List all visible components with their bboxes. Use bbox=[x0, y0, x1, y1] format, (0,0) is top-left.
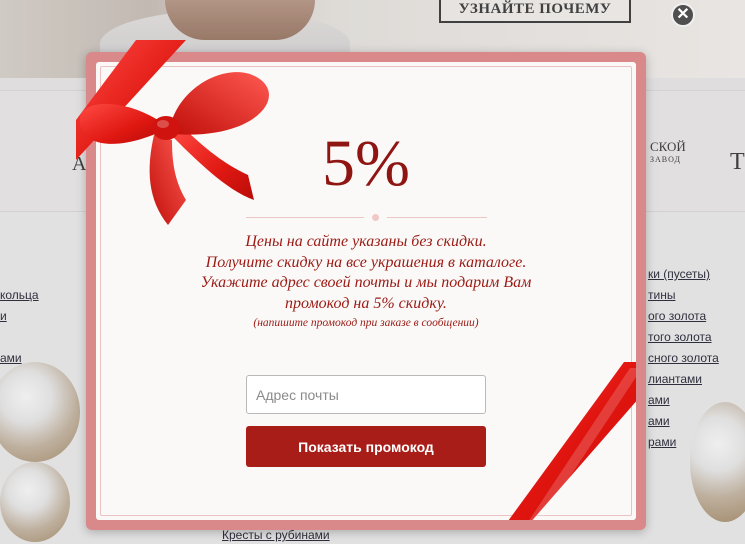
divider-dot bbox=[372, 214, 379, 221]
promo-message-line: Получите скидку на все украшения в катал… bbox=[205, 253, 527, 271]
promo-message-line: Укажите адрес своей почты и мы подарим В… bbox=[200, 274, 532, 291]
promo-modal-body: 5% Цены на сайте указаны без скидки. Пол… bbox=[96, 62, 636, 520]
divider-right bbox=[387, 217, 487, 218]
promo-message: Цены на сайте указаны без скидки. Получи… bbox=[156, 232, 576, 314]
promo-hint: (напишите промокод при заказе в сообщени… bbox=[253, 317, 479, 329]
promo-modal: 5% Цены на сайте указаны без скидки. Пол… bbox=[76, 40, 646, 530]
promo-message-line: Цены на сайте указаны без скидки. bbox=[245, 233, 487, 250]
promo-message-line: промокод на 5% скидку. bbox=[285, 294, 447, 312]
show-promocode-button[interactable]: Показать промокод bbox=[246, 426, 486, 467]
divider-left bbox=[246, 217, 364, 218]
ribbon-icon bbox=[508, 362, 636, 520]
close-icon[interactable]: ✕ bbox=[671, 3, 695, 27]
email-field[interactable] bbox=[246, 375, 486, 414]
discount-value: 5% bbox=[322, 127, 410, 200]
